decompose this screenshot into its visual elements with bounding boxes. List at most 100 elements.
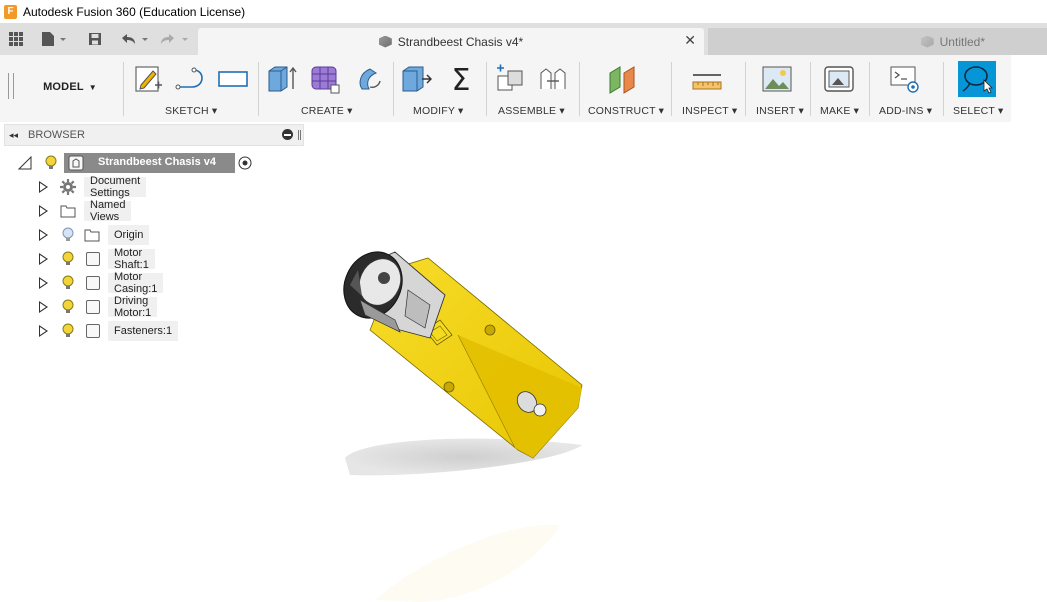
- folder-icon: [84, 229, 100, 242]
- undo-icon[interactable]: [118, 29, 152, 49]
- group-assemble[interactable]: ASSEMBLE ▾: [498, 105, 565, 117]
- measure-icon[interactable]: [691, 63, 723, 95]
- scripts-icon[interactable]: [889, 63, 921, 95]
- expand-triangle-icon[interactable]: [39, 253, 48, 265]
- visibility-bulb-icon[interactable]: [62, 275, 74, 291]
- divider: [810, 62, 811, 116]
- tab-label: Untitled*: [939, 34, 985, 49]
- component-icon: [86, 252, 100, 266]
- title-bar: F Autodesk Fusion 360 (Education License…: [0, 0, 1047, 23]
- gear-icon: [60, 179, 76, 195]
- parameters-icon[interactable]: Σ: [445, 63, 477, 95]
- group-inspect[interactable]: INSPECT ▾: [682, 105, 737, 117]
- group-make[interactable]: MAKE ▾: [820, 105, 859, 117]
- tree-item-label: Motor Casing:1: [108, 271, 164, 295]
- tree-item-label: Origin: [108, 225, 150, 245]
- expand-triangle-icon[interactable]: [39, 205, 48, 217]
- fusion-logo-icon: F: [4, 4, 17, 19]
- expand-triangle-icon[interactable]: [39, 277, 48, 289]
- visibility-bulb-icon[interactable]: [45, 155, 57, 171]
- select-lasso-icon[interactable]: [958, 61, 996, 97]
- svg-text:Σ: Σ: [452, 63, 471, 95]
- group-construct[interactable]: CONSTRUCT ▾: [588, 105, 664, 117]
- window-title: Autodesk Fusion 360 (Education License): [23, 4, 246, 19]
- component-icon: [86, 324, 100, 338]
- tree-item-label: Fasteners:1: [108, 321, 179, 341]
- rectangle-icon[interactable]: [217, 63, 249, 95]
- insert-image-icon[interactable]: [761, 63, 793, 95]
- form-icon[interactable]: [309, 63, 341, 95]
- expand-triangle-icon[interactable]: [39, 301, 48, 313]
- toolbar-grip[interactable]: [8, 73, 14, 99]
- collapse-browser-icon[interactable]: ◂◂: [9, 130, 18, 141]
- file-menu-icon[interactable]: [38, 29, 68, 49]
- sketch-create-icon[interactable]: [133, 63, 165, 95]
- divider: [943, 62, 944, 116]
- document-cube-icon: [378, 35, 392, 48]
- hidden-bulb-icon[interactable]: [62, 227, 74, 243]
- browser-grip[interactable]: [298, 130, 301, 140]
- document-cube-icon: [920, 35, 934, 48]
- chevron-down-icon: ▼: [88, 82, 97, 92]
- divider: [486, 62, 487, 116]
- extrude-icon[interactable]: [266, 63, 298, 95]
- tree-item-label: Driving Motor:1: [108, 295, 158, 319]
- press-pull-icon[interactable]: [400, 63, 432, 95]
- tab-label: Strandbeest Chasis v4*: [397, 34, 524, 49]
- tab-strandbeest[interactable]: Strandbeest Chasis v4* ✕: [198, 28, 704, 55]
- visibility-bulb-icon[interactable]: [62, 299, 74, 315]
- tab-untitled[interactable]: Untitled*: [708, 28, 1047, 55]
- driving-motor-model[interactable]: [333, 242, 446, 339]
- tree-item-label: Named Views: [84, 199, 132, 223]
- offset-plane-icon[interactable]: [607, 63, 639, 95]
- tab-bar: Strandbeest Chasis v4* ✕ Untitled*: [0, 23, 1047, 55]
- visibility-bulb-icon[interactable]: [62, 251, 74, 267]
- save-icon[interactable]: [86, 29, 104, 49]
- expand-triangle-icon[interactable]: [39, 181, 48, 193]
- workspace-switcher[interactable]: MODEL ▼: [20, 73, 120, 101]
- browser-minimize-icon[interactable]: [282, 129, 293, 140]
- workspace-label: MODEL: [43, 81, 84, 93]
- group-create[interactable]: CREATE ▾: [301, 105, 353, 117]
- group-sketch[interactable]: SKETCH ▾: [165, 105, 217, 117]
- revolve-icon[interactable]: [352, 63, 384, 95]
- canvas-viewport[interactable]: [305, 145, 1047, 602]
- group-add-ins[interactable]: ADD-INS ▾: [879, 105, 932, 117]
- browser-title: BROWSER: [28, 129, 85, 141]
- divider: [258, 62, 259, 116]
- group-insert[interactable]: INSERT ▾: [756, 105, 804, 117]
- redo-icon[interactable]: [158, 29, 192, 49]
- assembly-icon: [68, 155, 84, 171]
- group-modify[interactable]: MODIFY ▾: [413, 105, 463, 117]
- group-select[interactable]: SELECT ▾: [953, 105, 1003, 117]
- divider: [579, 62, 580, 116]
- component-icon: [86, 300, 100, 314]
- divider: [869, 62, 870, 116]
- visibility-bulb-icon[interactable]: [62, 323, 74, 339]
- new-component-icon[interactable]: [494, 63, 526, 95]
- tree-root[interactable]: Strandbeest Chasis v4: [18, 153, 263, 173]
- close-tab-icon[interactable]: ✕: [684, 32, 696, 49]
- browser-header: ◂◂ BROWSER: [4, 124, 304, 146]
- ground-reflection: [375, 524, 560, 602]
- expand-triangle-icon[interactable]: [39, 229, 48, 241]
- tree-item-label: Document Settings: [84, 175, 147, 199]
- root-label: Strandbeest Chasis v4: [98, 156, 216, 168]
- folder-icon: [60, 205, 76, 218]
- divider: [745, 62, 746, 116]
- model-shadow: [345, 438, 582, 476]
- divider: [123, 62, 124, 116]
- apps-grid-icon[interactable]: [6, 29, 26, 49]
- component-icon: [86, 276, 100, 290]
- divider: [671, 62, 672, 116]
- expanded-triangle-icon[interactable]: [18, 156, 32, 170]
- 3d-print-icon[interactable]: [823, 63, 855, 95]
- toolbar-end: [1011, 55, 1047, 122]
- activate-radio-icon[interactable]: [238, 156, 252, 170]
- divider: [393, 62, 394, 116]
- line-icon[interactable]: [174, 63, 206, 95]
- tree-item-label: Motor Shaft:1: [108, 247, 155, 271]
- toolbar: MODEL ▼ SKETCH ▾ CREATE ▾ Σ MODIFY ▾ ASS…: [0, 55, 1047, 122]
- joint-icon[interactable]: [537, 63, 569, 95]
- expand-triangle-icon[interactable]: [39, 325, 48, 337]
